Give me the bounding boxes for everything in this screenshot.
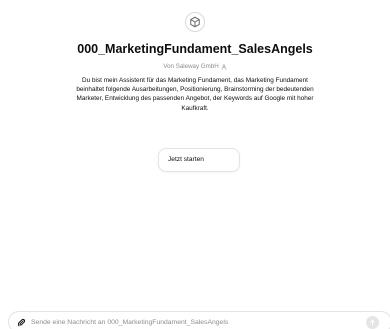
person-icon [221,64,226,70]
attach-button[interactable] [16,317,26,327]
gpt-start-page: 000_MarketingFundament_SalesAngels Von S… [0,0,390,329]
cube-icon [190,16,200,28]
gpt-title: 000_MarketingFundament_SalesAngels [77,42,313,56]
arrow-up-icon [370,319,375,325]
author-label: Von Saleway GmbH [163,63,219,70]
gpt-description: Du bist mein Assistent für das Marketing… [76,77,314,112]
paperclip-icon [17,318,25,326]
conversation-starter-button[interactable]: Jetzt starten [158,148,240,172]
gpt-avatar [185,12,205,32]
gpt-header: 000_MarketingFundament_SalesAngels Von S… [0,12,390,113]
send-button[interactable] [366,315,379,329]
message-composer [8,311,390,329]
gpt-author[interactable]: Von Saleway GmbH [163,63,226,71]
message-input[interactable] [31,315,366,329]
